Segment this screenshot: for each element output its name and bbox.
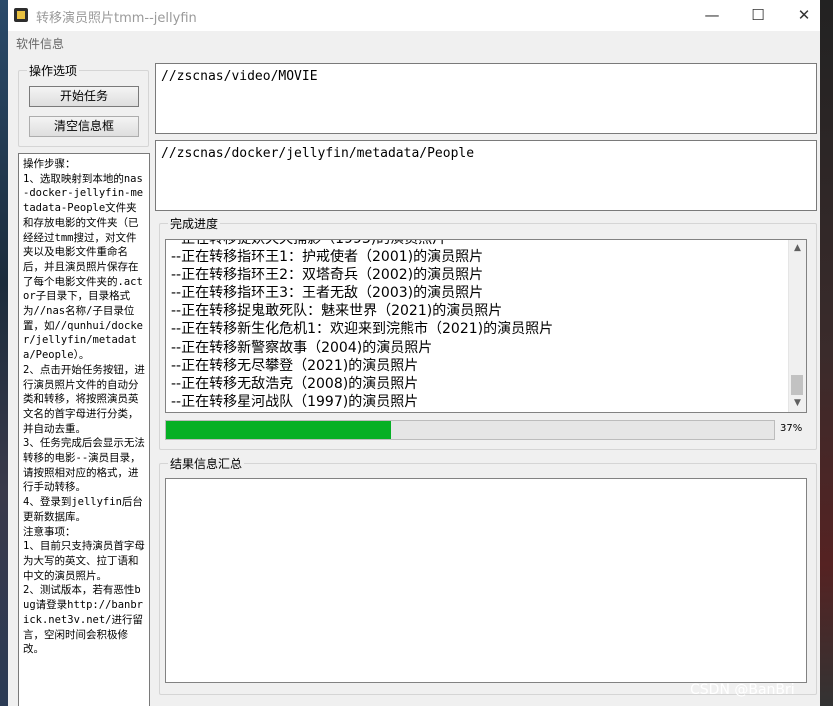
app-icon (14, 8, 28, 22)
operations-group-title: 操作选项 (27, 62, 80, 79)
results-group-title: 结果信息汇总 (168, 455, 245, 472)
progress-bar-fill (166, 421, 391, 439)
progress-bar (165, 420, 775, 440)
log-line: --正在转移捉鬼敢死队：魅来世界（2021)的演员照片 (171, 303, 503, 320)
scroll-up-arrow-icon[interactable]: ▲ (789, 240, 806, 257)
menu-software-info[interactable]: 软件信息 (16, 35, 64, 52)
start-task-button[interactable]: 开始任务 (29, 86, 139, 107)
instructions-panel: 操作步骤： 1、选取映射到本地的nas-docker-jellyfin-meta… (18, 153, 150, 706)
menu-bar: 软件信息 (8, 31, 820, 53)
results-textarea[interactable] (165, 478, 807, 683)
log-line: --正在转移指环王2：双塔奇兵（2002)的演员照片 (171, 267, 484, 284)
window-title: 转移演员照片tmm--jellyfin (36, 11, 197, 26)
scroll-down-arrow-icon[interactable]: ▼ (789, 395, 806, 412)
desktop-background-left (0, 0, 8, 706)
title-bar: 转移演员照片tmm--jellyfin — ☐ ✕ (8, 0, 820, 31)
operations-group: 操作选项 开始任务 清空信息框 (18, 62, 149, 147)
progress-log[interactable]: --正在转移捉妖天天捕影（1993)的演员照片 --正在转移指环王1：护戒使者（2… (165, 239, 807, 413)
log-line: --正在转移星河战队（1997)的演员照片 (171, 393, 419, 410)
log-line: --正在转移指环王3：王者无敌（2003)的演员照片 (171, 285, 484, 302)
maximize-button[interactable]: ☐ (735, 0, 781, 31)
minimize-button[interactable]: — (689, 0, 735, 31)
watermark: CSDN @BanBri (690, 682, 795, 698)
log-line: --正在转移无敌浩克（2008)的演员照片 (171, 375, 419, 392)
movie-folder-field[interactable]: //zscnas/video/MOVIE (155, 63, 817, 134)
log-line: --正在转移捉妖天天捕影（1993)的演员照片 (171, 239, 447, 247)
clear-info-button[interactable]: 清空信息框 (29, 116, 139, 137)
app-window: 转移演员照片tmm--jellyfin — ☐ ✕ 软件信息 操作选项 开始任务… (8, 0, 820, 706)
people-folder-path: //zscnas/docker/jellyfin/metadata/People (161, 146, 475, 161)
close-button[interactable]: ✕ (781, 0, 820, 31)
log-line: --正在转移新警察故事（2004)的演员照片 (171, 339, 433, 356)
log-line: --正在转移无尽攀登（2021)的演员照片 (171, 357, 419, 374)
desktop-background-right (820, 0, 833, 706)
progress-group-title: 完成进度 (168, 215, 221, 232)
progress-percent-label: 37% (780, 423, 803, 434)
movie-folder-path: //zscnas/video/MOVIE (161, 69, 318, 84)
log-line: --正在转移新生化危机1：欢迎来到浣熊市（2021)的演员照片 (171, 321, 554, 338)
instructions-text: 操作步骤： 1、选取映射到本地的nas-docker-jellyfin-meta… (23, 158, 145, 656)
log-scrollbar[interactable]: ▲ ▼ (788, 240, 806, 412)
log-line: --正在转移指环王1：护戒使者（2001)的演员照片 (171, 249, 484, 266)
people-folder-field[interactable]: //zscnas/docker/jellyfin/metadata/People (155, 140, 817, 211)
progress-log-lines: --正在转移捉妖天天捕影（1993)的演员照片 --正在转移指环王1：护戒使者（2… (171, 239, 791, 411)
scroll-thumb[interactable] (791, 375, 803, 395)
